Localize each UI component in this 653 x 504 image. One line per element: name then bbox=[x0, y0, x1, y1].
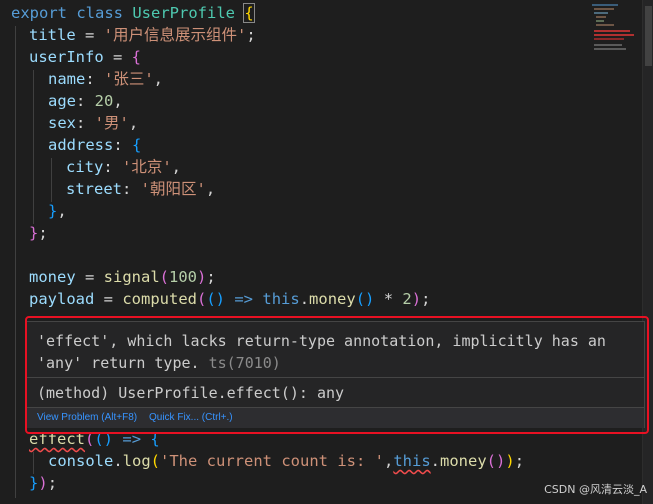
code-line-6: sex: '男', bbox=[48, 114, 139, 132]
code-line-10: }, bbox=[48, 202, 67, 220]
vertical-scrollbar[interactable] bbox=[642, 0, 653, 504]
code-line-7: address: { bbox=[48, 136, 142, 154]
indent-guide bbox=[33, 452, 34, 474]
scrollbar-thumb[interactable] bbox=[645, 6, 652, 66]
diagnostic-source: ts(7010) bbox=[199, 354, 281, 372]
code-line-1: export class UserProfile { bbox=[11, 3, 255, 23]
code-line-11: }; bbox=[29, 224, 48, 242]
minimap-line bbox=[592, 4, 618, 6]
hover-tooltip: 'effect', which lacks return-type annota… bbox=[26, 321, 645, 428]
diagnostic-message: 'effect', which lacks return-type annota… bbox=[37, 330, 632, 374]
code-line-9: street: '朝阳区', bbox=[66, 180, 216, 198]
indent-guide bbox=[51, 158, 52, 202]
minimap-line bbox=[594, 34, 634, 36]
tooltip-actions: View Problem (Alt+F8) Quick Fix... (Ctrl… bbox=[27, 408, 644, 428]
watermark: CSDN @风清云淡_A bbox=[544, 483, 647, 496]
minimap-line bbox=[594, 38, 624, 40]
minimap-line bbox=[594, 48, 626, 50]
indent-guide bbox=[33, 70, 34, 224]
minimap-line bbox=[594, 30, 630, 32]
code-line-17: }); bbox=[29, 474, 58, 492]
code-line-4: name: '张三', bbox=[48, 70, 164, 88]
minimap[interactable] bbox=[588, 0, 642, 504]
view-problem-link[interactable]: View Problem (Alt+F8) bbox=[37, 408, 137, 428]
code-line-3: userInfo = { bbox=[29, 48, 141, 66]
minimap-line bbox=[594, 44, 622, 46]
diagnostic-text: 'effect', which lacks return-type annota… bbox=[37, 332, 606, 372]
code-line-15: effect(() => { bbox=[29, 430, 160, 448]
code-line-16: console.log('The current count is: ',thi… bbox=[48, 452, 525, 470]
method-signature: (method) UserProfile.effect(): any bbox=[37, 384, 345, 402]
code-line-2: title = '用户信息展示组件'; bbox=[29, 26, 256, 44]
minimap-line bbox=[594, 8, 614, 10]
tooltip-divider bbox=[27, 377, 644, 378]
minimap-line bbox=[594, 12, 608, 14]
code-line-13: money = signal(100); bbox=[29, 268, 216, 286]
minimap-line bbox=[596, 20, 604, 22]
code-line-8: city: '北京', bbox=[66, 158, 182, 176]
minimap-line bbox=[596, 24, 614, 26]
quick-fix-link[interactable]: Quick Fix... (Ctrl+.) bbox=[149, 408, 233, 428]
code-editor[interactable]: export class UserProfile { title = '用户信息… bbox=[0, 0, 588, 504]
code-line-14: payload = computed(() => this.money() * … bbox=[29, 290, 431, 308]
indent-guide bbox=[15, 26, 16, 498]
minimap-line bbox=[596, 16, 606, 18]
code-line-5: age: 20, bbox=[48, 92, 123, 110]
